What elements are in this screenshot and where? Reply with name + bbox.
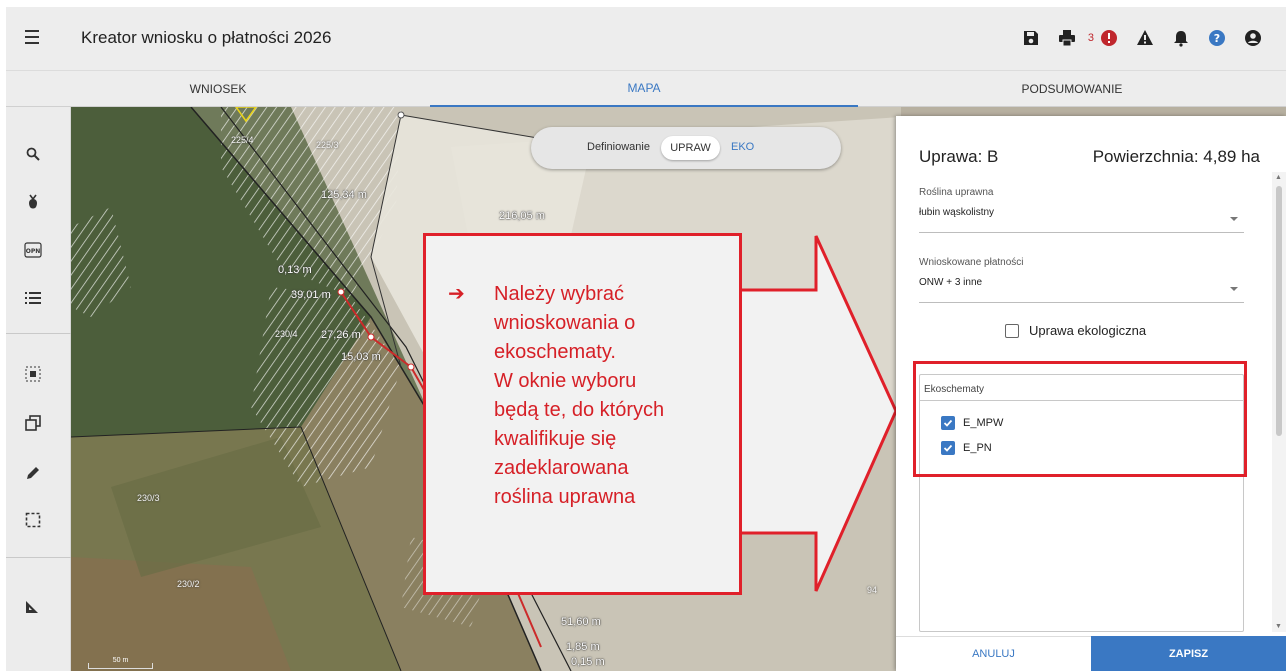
callout-line: Należy wybrać — [494, 283, 625, 305]
list-icon[interactable] — [22, 287, 44, 309]
save-button[interactable]: ZAPISZ — [1091, 636, 1286, 671]
payments-select-label: Wnioskowane płatności — [919, 257, 1024, 268]
ruler-icon[interactable] — [22, 595, 44, 617]
checkbox-unchecked-icon — [1005, 323, 1019, 338]
menu-icon[interactable] — [24, 27, 44, 47]
mode-toggle-label: Definiowanie — [587, 141, 650, 153]
print-icon[interactable] — [1054, 25, 1080, 51]
tab-bar: WNIOSEK MAPA PODSUMOWANIE — [6, 71, 1286, 107]
definition-mode-toggle: Definiowanie UPRAW EKO — [531, 127, 841, 169]
panel-footer: ANULUJ ZAPISZ — [896, 636, 1286, 671]
search-icon[interactable] — [22, 143, 44, 165]
distance-label: 1,85 m — [566, 641, 600, 653]
callout-line: W oknie wyboru — [494, 370, 637, 392]
distance-label: 51,60 m — [561, 616, 601, 628]
distance-label: 0,15 m — [571, 656, 605, 668]
rail-divider — [6, 333, 71, 334]
svg-text:?: ? — [1214, 32, 1220, 45]
panel-area: Powierzchnia: 4,89 ha — [1092, 147, 1260, 166]
tab-mapa[interactable]: MAPA — [430, 71, 858, 107]
tab-podsumowanie[interactable]: PODSUMOWANIE — [858, 71, 1286, 107]
payments-select-value: ONW + 3 inne — [919, 277, 983, 288]
scroll-thumb[interactable] — [1276, 186, 1282, 436]
app-title: Kreator wniosku o płatności 2026 — [81, 28, 332, 47]
scroll-down-icon[interactable]: ▼ — [1275, 623, 1282, 630]
distance-label: 39,01 m — [291, 289, 331, 301]
panel-scrollbar[interactable]: ▲ ▼ — [1272, 172, 1286, 632]
copy-icon[interactable] — [22, 412, 44, 434]
parcel-label: 225/3 — [316, 140, 339, 150]
crop-select[interactable]: Roślina uprawna łubin wąskolistny — [919, 187, 1244, 233]
select-area-icon[interactable] — [22, 363, 44, 385]
dashed-select-icon[interactable] — [22, 509, 44, 531]
callout-line: zadeklarowana — [494, 457, 629, 479]
toolbar: 3 ? — [1008, 25, 1266, 51]
distance-label: 27,26 m — [321, 329, 361, 341]
crop-select-value: łubin wąskolistny — [919, 207, 995, 218]
highlight-box — [913, 361, 1247, 477]
distance-label: 0,13 m — [278, 264, 312, 276]
opn-icon[interactable]: OPN — [22, 239, 44, 261]
app-bar: Kreator wniosku o płatności 2026 3 ? — [6, 7, 1286, 71]
rail-divider — [6, 557, 71, 558]
scroll-up-icon[interactable]: ▲ — [1275, 174, 1282, 181]
distance-label: 216,05 m — [499, 210, 545, 222]
bell-icon[interactable] — [1168, 25, 1194, 51]
callout-line: wnioskowania o — [494, 312, 636, 334]
scale-label: 50 m — [112, 657, 129, 664]
parcel-label: 230/2 — [177, 579, 200, 589]
crop-select-label: Roślina uprawna — [919, 187, 994, 198]
help-icon[interactable]: ? — [1204, 25, 1230, 51]
organic-crop-checkbox[interactable]: Uprawa ekologiczna — [1005, 323, 1146, 338]
parcel-label: 230/3 — [137, 493, 160, 503]
parcel-label: 94 — [867, 585, 878, 595]
callout-line: roślina uprawna — [494, 486, 636, 508]
panel-title: Uprawa: B — [919, 147, 999, 166]
warning-icon[interactable] — [1132, 25, 1158, 51]
account-icon[interactable] — [1240, 25, 1266, 51]
mode-option-eko[interactable]: EKO — [731, 141, 754, 153]
map-scale-bar: 50 m — [88, 657, 153, 669]
error-count: 3 — [1087, 32, 1094, 44]
svg-text:OPN: OPN — [26, 248, 41, 255]
chevron-down-icon — [1230, 287, 1238, 291]
crop-editor-panel: Uprawa: B Powierzchnia: 4,89 ha ▲ ▼ Rośl… — [896, 116, 1286, 671]
distance-label: 15,03 m — [341, 351, 381, 363]
payments-select[interactable]: Wnioskowane płatności ONW + 3 inne — [919, 257, 1244, 303]
cancel-button[interactable]: ANULUJ — [896, 636, 1091, 671]
parcel-label: 230/4 — [275, 329, 298, 339]
save-icon[interactable] — [1018, 25, 1044, 51]
callout-text: Należy wybrać wnioskowania o ekoschematy… — [494, 280, 734, 512]
crop-marker-icon[interactable] — [22, 191, 44, 213]
mode-option-upraw[interactable]: UPRAW — [661, 136, 720, 160]
organic-crop-label: Uprawa ekologiczna — [1029, 323, 1147, 338]
parcel-label: 225/4 — [231, 135, 254, 145]
chevron-down-icon — [1230, 217, 1238, 221]
map-tool-rail: OPN — [6, 107, 71, 671]
arrow-right-icon: ➔ — [448, 283, 465, 305]
app-window: Kreator wniosku o płatności 2026 3 ? WNI… — [6, 7, 1286, 671]
distance-label: 125,34 m — [321, 189, 367, 201]
callout-line: kwalifikuje się — [494, 428, 617, 450]
tab-wniosek[interactable]: WNIOSEK — [6, 71, 430, 107]
callout-line: będą te, do których — [494, 399, 665, 421]
pencil-icon[interactable] — [22, 462, 44, 484]
callout-line: ekoschematy. — [494, 341, 616, 363]
error-icon[interactable] — [1096, 25, 1122, 51]
